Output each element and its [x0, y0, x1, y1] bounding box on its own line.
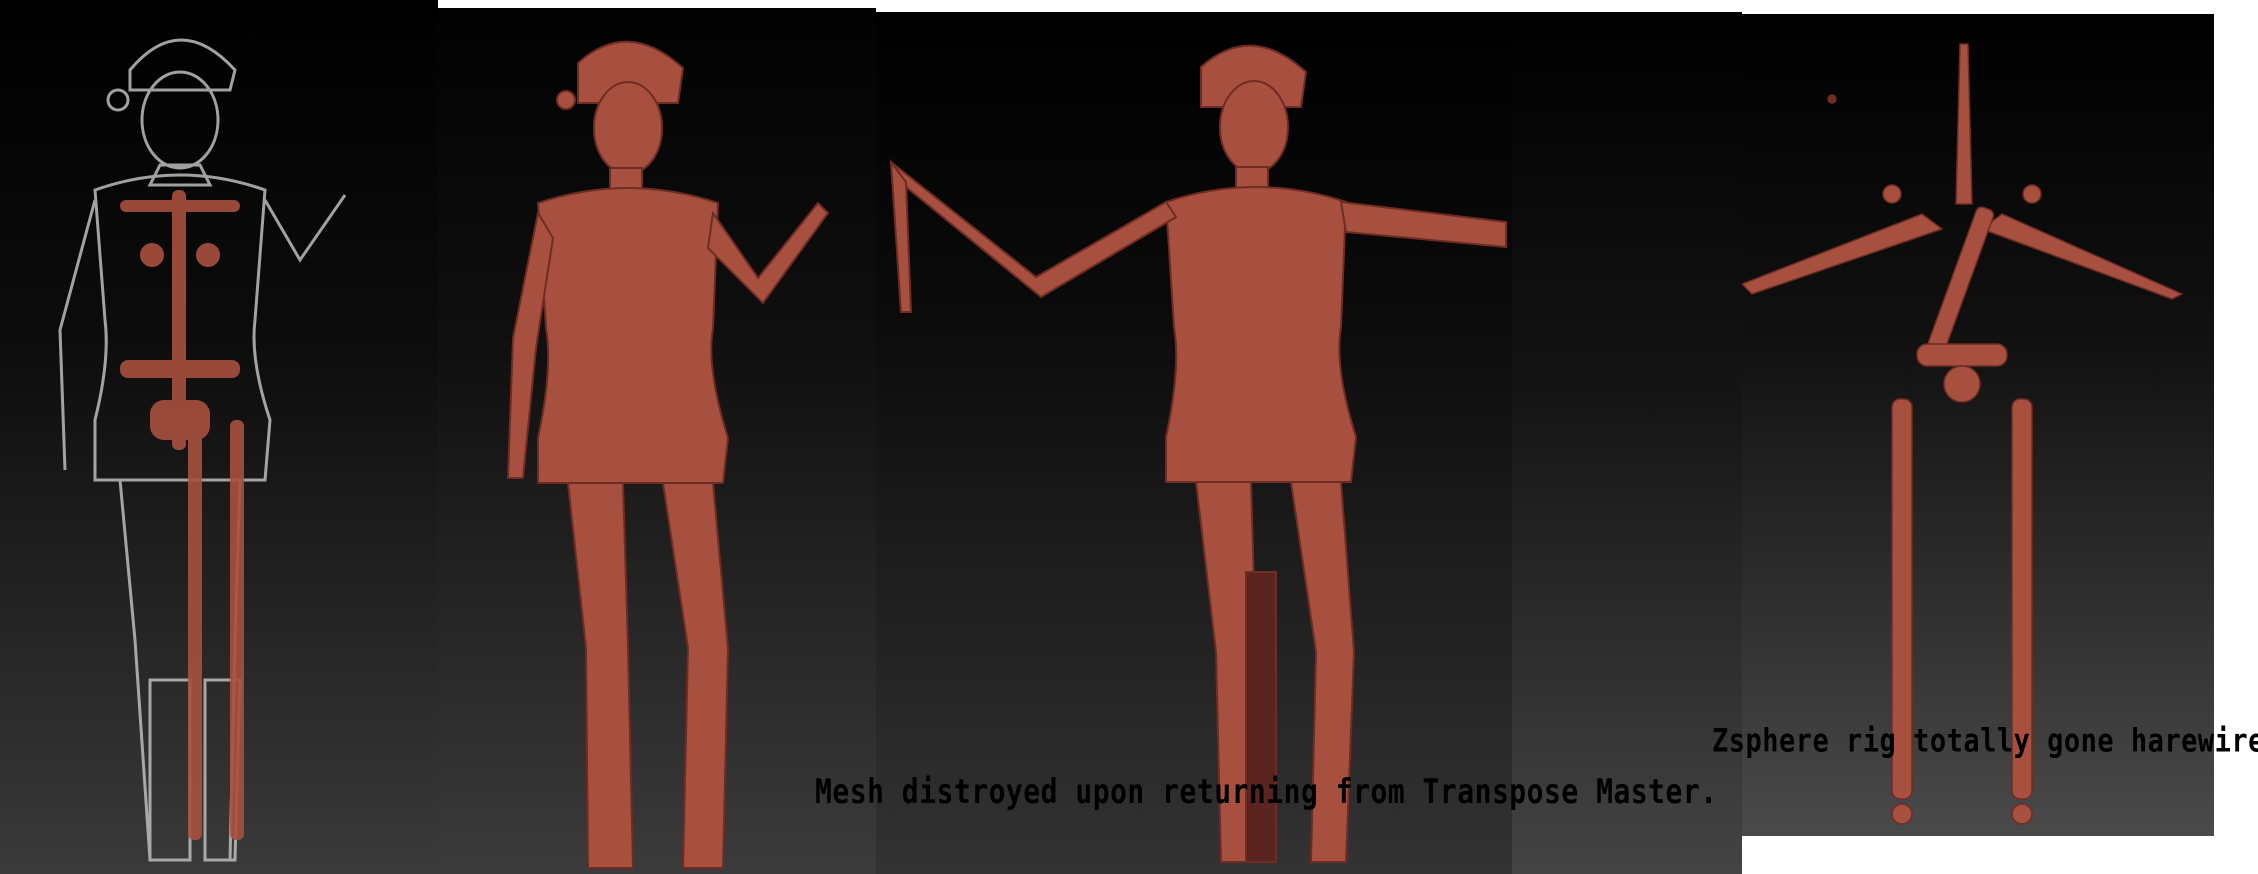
ghost-inner-rig [120, 190, 244, 840]
posed-figure-render [506, 40, 830, 869]
zsphere-rig-viewport [1742, 14, 2214, 836]
mesh-destroyed-caption: Mesh distroyed upon returning from Trans… [815, 771, 1718, 812]
viewport-ghost-mesh-panel [0, 0, 438, 874]
posed-mesh [506, 40, 830, 869]
viewport-background-strip [1512, 12, 1742, 874]
rig-haywire-caption: Zsphere rig totally gone harewire! [1712, 722, 2258, 761]
destroyed-mesh [889, 44, 1507, 863]
viewport-posed-mesh-panel [438, 0, 876, 874]
zsphere-rig-render [1742, 43, 2184, 825]
zsphere-rig [1742, 43, 2184, 825]
ghost-mesh-outline [58, 38, 347, 862]
ghost-figure-render [58, 38, 347, 862]
